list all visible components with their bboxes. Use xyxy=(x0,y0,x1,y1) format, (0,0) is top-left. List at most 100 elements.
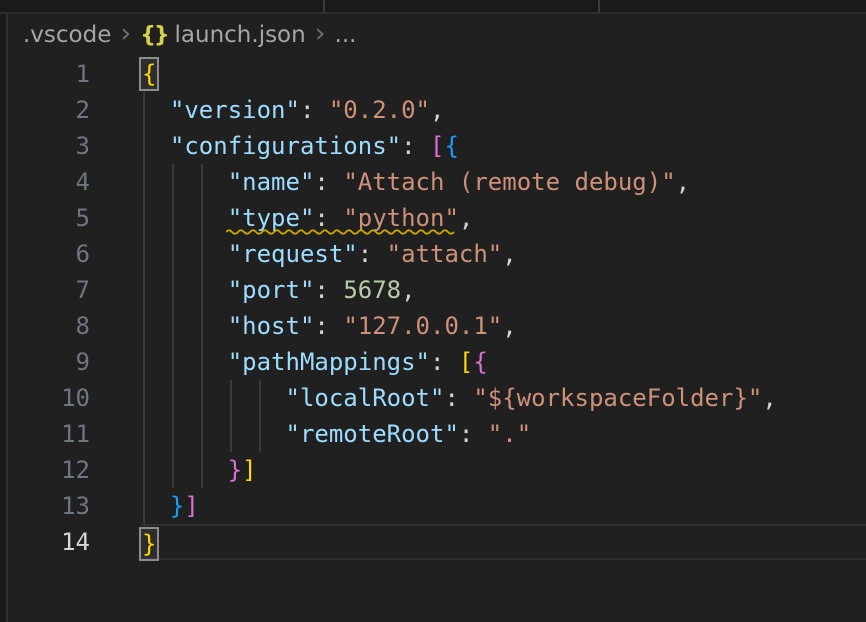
code-token: { xyxy=(473,348,487,376)
code-token: , xyxy=(762,384,776,412)
code-token: "pathMappings" xyxy=(228,348,430,376)
code-line-content: "pathMappings": [{ xyxy=(141,344,866,380)
code-token: "127.0.0.1" xyxy=(343,312,502,340)
code-line[interactable]: 8 "host": "127.0.0.1", xyxy=(9,308,866,344)
code-line[interactable]: 6 "request": "attach", xyxy=(9,236,866,272)
breadcrumb-file-label: launch.json xyxy=(175,22,306,48)
code-token: , xyxy=(430,96,444,124)
code-token: "request" xyxy=(228,240,358,268)
code-token: : xyxy=(444,384,473,412)
code-token: : xyxy=(358,240,387,268)
code-token xyxy=(141,240,228,268)
line-number[interactable]: 4 xyxy=(9,164,131,200)
code-token: "${workspaceFolder}" xyxy=(473,384,762,412)
code-token: ] xyxy=(184,492,198,520)
indent-guide xyxy=(230,380,232,452)
code-token xyxy=(141,204,228,232)
code-token xyxy=(141,96,170,124)
line-number[interactable]: 2 xyxy=(9,92,131,128)
code-line-content: "request": "attach", xyxy=(141,236,866,272)
code-token xyxy=(141,312,228,340)
code-token: "port" xyxy=(228,276,315,304)
code-token: "localRoot" xyxy=(286,384,445,412)
code-token: } xyxy=(228,456,242,484)
tab-bar[interactable] xyxy=(0,0,866,14)
code-line[interactable]: 7 "port": 5678, xyxy=(9,272,866,308)
line-number[interactable]: 6 xyxy=(9,236,131,272)
code-token xyxy=(141,132,170,160)
code-token: , xyxy=(502,240,516,268)
code-token: "host" xyxy=(228,312,315,340)
code-token xyxy=(141,384,286,412)
code-line[interactable]: 10 "localRoot": "${workspaceFolder}", xyxy=(9,380,866,416)
vscode-editor-window: { "breadcrumb": { "folder": ".vscode", "… xyxy=(0,0,866,622)
code-line-content: } xyxy=(141,524,866,560)
bracket-match-highlight: } xyxy=(139,527,159,561)
line-number[interactable]: 12 xyxy=(9,452,131,488)
indent-guide xyxy=(201,164,203,488)
code-line[interactable]: 3 "configurations": [{ xyxy=(9,128,866,164)
code-line[interactable]: 11 "remoteRoot": "." xyxy=(9,416,866,452)
line-number[interactable]: 10 xyxy=(9,380,131,416)
breadcrumb-folder[interactable]: .vscode xyxy=(23,22,111,48)
breadcrumb-symbol[interactable]: ... xyxy=(335,22,357,48)
code-line[interactable]: 9 "pathMappings": [{ xyxy=(9,344,866,380)
bracket-match-highlight: { xyxy=(139,57,159,91)
code-token: : xyxy=(314,312,343,340)
code-token: ] xyxy=(242,456,256,484)
code-token: "." xyxy=(488,420,531,448)
code-token: , xyxy=(401,276,415,304)
code-token: "attach" xyxy=(387,240,503,268)
line-number[interactable]: 8 xyxy=(9,308,131,344)
code-line[interactable]: 14} xyxy=(9,524,866,560)
code-token: , xyxy=(676,168,690,196)
line-number[interactable]: 7 xyxy=(9,272,131,308)
code-token: [ xyxy=(459,348,473,376)
tab-separator xyxy=(323,0,325,12)
line-number[interactable]: 11 xyxy=(9,416,131,452)
chevron-right-icon: › xyxy=(315,20,326,47)
code-token: : xyxy=(459,420,488,448)
code-token: 5678 xyxy=(343,276,401,304)
code-token: "Attach (remote debug)" xyxy=(343,168,675,196)
code-token: : xyxy=(401,132,430,160)
line-number[interactable]: 9 xyxy=(9,344,131,380)
code-token: "0.2.0" xyxy=(329,96,430,124)
line-number[interactable]: 14 xyxy=(9,524,131,560)
code-token: "name" xyxy=(228,168,315,196)
code-line[interactable]: 12 }] xyxy=(9,452,866,488)
code-token: "remoteRoot" xyxy=(286,420,459,448)
code-line-content: }] xyxy=(141,488,866,524)
code-line[interactable]: 2 "version": "0.2.0", xyxy=(9,92,866,128)
json-file-icon: {} xyxy=(140,23,167,48)
code-token: { xyxy=(444,132,458,160)
code-token: : xyxy=(430,348,459,376)
line-number[interactable]: 1 xyxy=(9,56,131,92)
line-number[interactable]: 3 xyxy=(9,128,131,164)
line-number[interactable]: 5 xyxy=(9,200,131,236)
code-line-content: "name": "Attach (remote debug)", xyxy=(141,164,866,200)
code-line[interactable]: 13 }] xyxy=(9,488,866,524)
code-token: } xyxy=(170,492,184,520)
code-line-content: "remoteRoot": "." xyxy=(141,416,866,452)
code-token xyxy=(141,276,228,304)
code-token xyxy=(141,456,228,484)
code-token: "configurations" xyxy=(170,132,401,160)
code-token: [ xyxy=(430,132,444,160)
code-area[interactable]: 1{2 "version": "0.2.0",3 "configurations… xyxy=(9,56,866,560)
code-token: , xyxy=(502,312,516,340)
code-line-content: "port": 5678, xyxy=(141,272,866,308)
code-line[interactable]: 4 "name": "Attach (remote debug)", xyxy=(9,164,866,200)
breadcrumb-file[interactable]: {} launch.json xyxy=(140,22,306,48)
code-token xyxy=(141,168,228,196)
code-token: , xyxy=(459,204,473,232)
code-token: : xyxy=(300,96,329,124)
tab-separator xyxy=(598,0,600,12)
indent-guide xyxy=(259,380,261,452)
code-token: : xyxy=(314,168,343,196)
breadcrumb: .vscode › {} launch.json › ... xyxy=(10,14,356,56)
code-line-content: { xyxy=(141,56,866,92)
warning-squiggle xyxy=(226,227,456,236)
line-number[interactable]: 13 xyxy=(9,488,131,524)
code-line[interactable]: 1{ xyxy=(9,56,866,92)
